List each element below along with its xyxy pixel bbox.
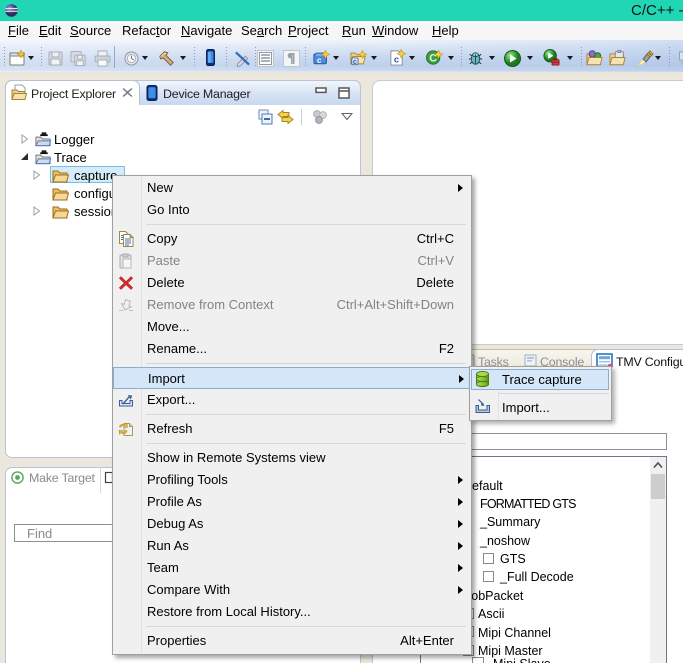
svg-text:c: c — [317, 56, 322, 65]
svg-text:c: c — [394, 55, 399, 66]
svg-text:c: c — [353, 58, 357, 66]
